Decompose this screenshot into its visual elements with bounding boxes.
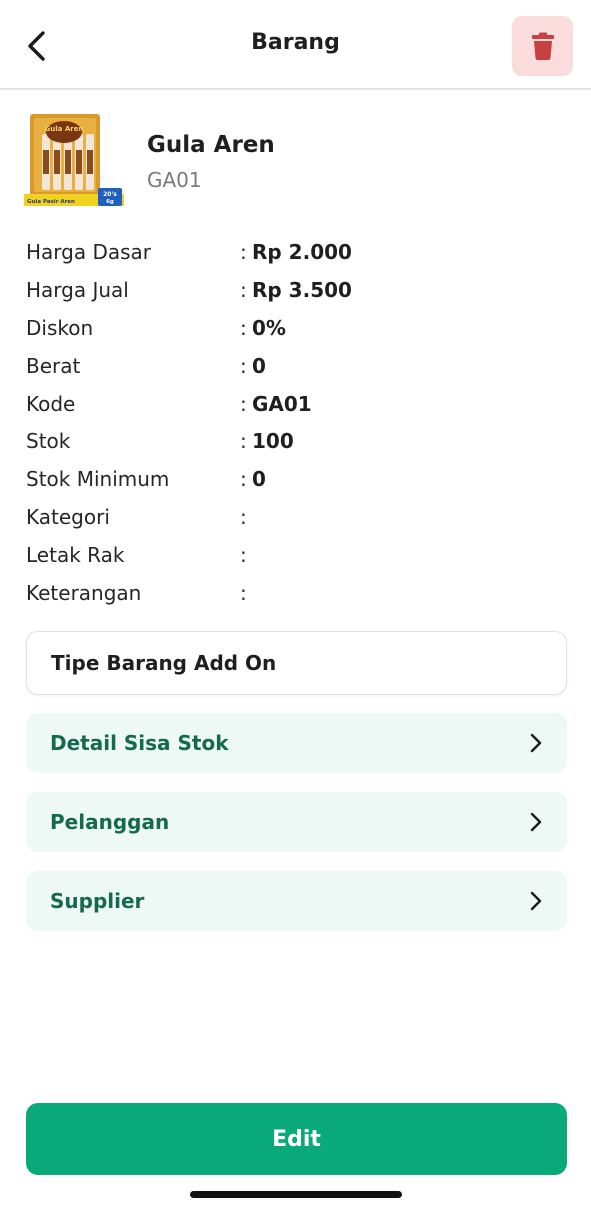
image-badge-text-1: 20's — [103, 191, 117, 198]
product-image: Gula Aren Gula Pasir Aren 20's 6g — [24, 114, 124, 206]
edit-button[interactable]: Edit — [26, 1103, 567, 1175]
detail-value: GA01 — [252, 391, 312, 416]
supplier-button[interactable]: Supplier — [26, 871, 567, 931]
nav-item-label: Detail Sisa Stok — [50, 731, 229, 755]
detail-label: Harga Jual — [26, 277, 129, 302]
detail-row-kode: Kode : GA01 — [26, 385, 566, 423]
product-details: Harga Dasar : Rp 2.000 Harga Jual : Rp 3… — [26, 233, 566, 612]
addon-type-card[interactable]: Tipe Barang Add On — [26, 631, 567, 695]
detail-row-harga-dasar: Harga Dasar : Rp 2.000 — [26, 233, 566, 271]
detail-label: Letak Rak — [26, 543, 125, 568]
addon-type-label: Tipe Barang Add On — [51, 651, 277, 675]
detail-value: 0% — [252, 315, 286, 340]
detail-row-kategori: Kategori : — [26, 498, 566, 536]
detail-row-keterangan: Keterangan : — [26, 574, 566, 612]
chevron-right-icon — [527, 811, 545, 833]
detail-row-berat: Berat : 0 — [26, 347, 566, 385]
app-header: Barang — [0, 0, 591, 90]
detail-row-diskon: Diskon : 0% — [26, 309, 566, 347]
page-title: Barang — [251, 30, 340, 55]
detail-label: Diskon — [26, 315, 94, 340]
nav-item-label: Supplier — [50, 889, 145, 913]
detail-separator: : — [240, 315, 247, 340]
detail-label: Stok Minimum — [26, 467, 170, 492]
home-indicator — [190, 1191, 402, 1198]
detail-value: Rp 2.000 — [252, 239, 352, 264]
pelanggan-button[interactable]: Pelanggan — [26, 792, 567, 852]
detail-label: Stok — [26, 429, 71, 454]
detail-value: Rp 3.500 — [252, 277, 352, 302]
detail-value: 0 — [252, 353, 266, 378]
product-code: GA01 — [147, 168, 202, 192]
detail-separator: : — [240, 580, 247, 605]
detail-row-stok: Stok : 100 — [26, 422, 566, 460]
detail-row-harga-jual: Harga Jual : Rp 3.500 — [26, 271, 566, 309]
detail-separator: : — [240, 391, 247, 416]
detail-label: Kategori — [26, 505, 110, 530]
detail-label: Kode — [26, 391, 76, 416]
nav-item-label: Pelanggan — [50, 810, 170, 834]
product-name: Gula Aren — [147, 132, 275, 158]
detail-label: Harga Dasar — [26, 239, 152, 264]
detail-separator: : — [240, 277, 247, 302]
detail-value: 100 — [252, 429, 294, 454]
chevron-right-icon — [527, 732, 545, 754]
detail-sisa-stok-button[interactable]: Detail Sisa Stok — [26, 713, 567, 773]
chevron-right-icon — [527, 890, 545, 912]
image-badge-text-2: 6g — [106, 199, 114, 205]
detail-separator: : — [240, 239, 247, 264]
detail-row-letak-rak: Letak Rak : — [26, 536, 566, 574]
delete-button[interactable] — [512, 16, 573, 76]
detail-separator: : — [240, 543, 247, 568]
image-caption-text: Gula Pasir Aren — [27, 199, 75, 205]
trash-icon — [531, 32, 554, 60]
detail-value: 0 — [252, 467, 266, 492]
detail-separator: : — [240, 429, 247, 454]
detail-label: Berat — [26, 353, 81, 378]
image-brand-text: Gula Aren — [45, 125, 84, 133]
detail-label: Keterangan — [26, 580, 142, 605]
detail-row-stok-minimum: Stok Minimum : 0 — [26, 460, 566, 498]
detail-separator: : — [240, 467, 247, 492]
detail-separator: : — [240, 505, 247, 530]
detail-separator: : — [240, 353, 247, 378]
product-summary: Gula Aren Gula Pasir Aren 20's 6g Gula A… — [24, 110, 564, 214]
